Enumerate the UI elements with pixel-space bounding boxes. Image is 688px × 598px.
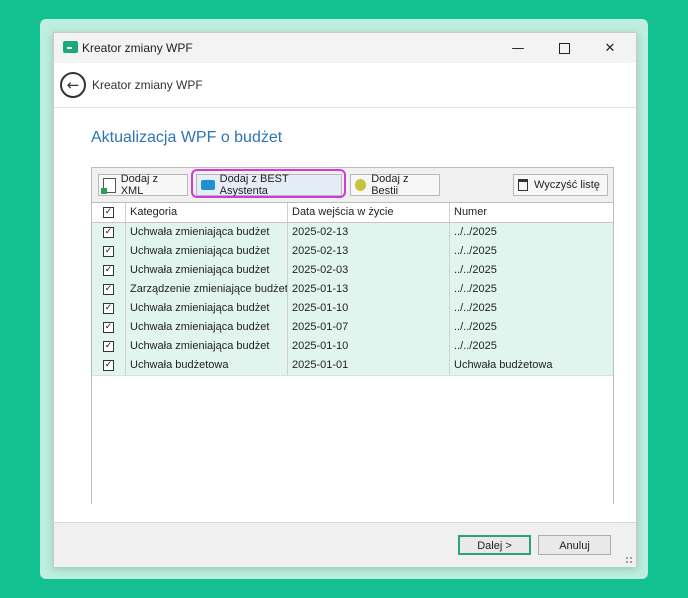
- table-row[interactable]: ✓ Uchwała zmieniająca budżet 2025-02-03 …: [92, 261, 613, 281]
- window-title: Kreator zmiany WPF: [82, 41, 193, 55]
- header-select-all[interactable]: ✓: [92, 203, 126, 222]
- wizard-footer: Dalej > Anuluj: [54, 522, 636, 567]
- back-button[interactable]: ←: [60, 72, 86, 98]
- row-select-cell[interactable]: ✓: [92, 280, 126, 299]
- xml-document-icon: [101, 177, 116, 194]
- row-checkbox[interactable]: ✓: [103, 360, 114, 371]
- title-bar: Kreator zmiany WPF — ✕: [54, 33, 636, 63]
- document-list-panel: Dodaj z XML Dodaj z BEST Asystenta Dodaj…: [91, 167, 614, 504]
- next-button[interactable]: Dalej >: [458, 535, 531, 555]
- minimize-button[interactable]: —: [495, 33, 541, 63]
- close-icon: ✕: [604, 40, 616, 56]
- row-select-cell[interactable]: ✓: [92, 261, 126, 280]
- row-select-cell[interactable]: ✓: [92, 223, 126, 242]
- table-row[interactable]: ✓ Uchwała zmieniająca budżet 2025-01-10 …: [92, 299, 613, 319]
- bestia-icon: [355, 179, 367, 191]
- clear-list-button[interactable]: Wyczyść listę: [513, 174, 608, 196]
- select-all-checkbox[interactable]: ✓: [103, 207, 114, 218]
- table-row[interactable]: ✓ Uchwała zmieniająca budżet 2025-02-13 …: [92, 223, 613, 243]
- row-checkbox[interactable]: ✓: [103, 322, 114, 333]
- add-from-xml-label: Dodaj z XML: [120, 173, 158, 197]
- add-from-xml-button[interactable]: Dodaj z XML: [98, 173, 188, 197]
- close-button[interactable]: ✕: [587, 33, 633, 63]
- row-checkbox[interactable]: ✓: [103, 284, 114, 295]
- maximize-icon: [558, 42, 570, 54]
- back-arrow-icon: ←: [66, 75, 80, 94]
- cell-kategoria: Zarządzenie zmieniające budżet: [126, 280, 288, 299]
- cancel-button[interactable]: Anuluj: [538, 535, 611, 555]
- toolbar: Dodaj z XML Dodaj z BEST Asystenta Dodaj…: [92, 168, 613, 202]
- column-header-kategoria[interactable]: Kategoria: [126, 203, 288, 222]
- cell-kategoria: Uchwała zmieniająca budżet: [126, 223, 288, 242]
- app-icon: [63, 41, 78, 53]
- page-title: Aktualizacja WPF o budżet: [91, 129, 283, 146]
- cell-data: 2025-02-03: [288, 261, 450, 280]
- cell-data: 2025-02-13: [288, 242, 450, 261]
- row-checkbox[interactable]: ✓: [103, 246, 114, 257]
- cell-data: 2025-01-10: [288, 337, 450, 356]
- wizard-window: Kreator zmiany WPF — ✕ ← Kreator zmiany …: [53, 32, 637, 567]
- cell-numer: ../../2025: [454, 245, 497, 257]
- row-checkbox[interactable]: ✓: [103, 265, 114, 276]
- add-from-bestii-label: Dodaj z Bestii: [371, 173, 409, 197]
- cell-numer: ../../2025: [454, 283, 497, 295]
- cell-kategoria: Uchwała zmieniająca budżet: [126, 261, 288, 280]
- table-row[interactable]: ✓ Zarządzenie zmieniające budżet 2025-01…: [92, 280, 613, 300]
- cell-kategoria: Uchwała zmieniająca budżet: [126, 337, 288, 356]
- cell-data: 2025-02-13: [288, 223, 450, 242]
- table-row[interactable]: ✓ Uchwała zmieniająca budżet 2025-01-10 …: [92, 337, 613, 357]
- row-select-cell[interactable]: ✓: [92, 356, 126, 375]
- table-header: ✓ Kategoria Data wejścia w życie Numer: [92, 203, 613, 223]
- cell-numer: ../../2025: [454, 264, 497, 276]
- documents-table: ✓ Kategoria Data wejścia w życie Numer ✓…: [92, 202, 613, 504]
- clear-list-label: Wyczyść listę: [534, 179, 600, 191]
- resize-grip-icon[interactable]: [625, 556, 633, 564]
- cell-data: 2025-01-10: [288, 299, 450, 318]
- cell-data: 2025-01-01: [288, 356, 450, 375]
- trash-icon: [518, 179, 528, 191]
- cell-kategoria: Uchwała budżetowa: [126, 356, 288, 375]
- table-row[interactable]: ✓ Uchwała budżetowa 2025-01-01 Uchwała b…: [92, 356, 613, 376]
- column-header-data[interactable]: Data wejścia w życie: [288, 203, 450, 222]
- row-checkbox[interactable]: ✓: [103, 303, 114, 314]
- row-checkbox[interactable]: ✓: [103, 227, 114, 238]
- row-checkbox[interactable]: ✓: [103, 341, 114, 352]
- best-button-highlight: [191, 169, 346, 198]
- cell-data: 2025-01-07: [288, 318, 450, 337]
- cell-numer: ../../2025: [454, 321, 497, 333]
- table-row[interactable]: ✓ Uchwała zmieniająca budżet 2025-02-13 …: [92, 242, 613, 262]
- row-select-cell[interactable]: ✓: [92, 242, 126, 261]
- cell-kategoria: Uchwała zmieniająca budżet: [126, 318, 288, 337]
- cell-numer: ../../2025: [454, 302, 497, 314]
- minimize-icon: —: [511, 40, 525, 56]
- cell-numer: ../../2025: [454, 226, 497, 238]
- row-select-cell[interactable]: ✓: [92, 318, 126, 337]
- maximize-button[interactable]: [541, 33, 587, 63]
- add-from-bestii-button[interactable]: Dodaj z Bestii: [350, 173, 440, 197]
- cell-kategoria: Uchwała zmieniająca budżet: [126, 242, 288, 261]
- cell-data: 2025-01-13: [288, 280, 450, 299]
- cell-numer: ../../2025: [454, 340, 497, 352]
- table-row[interactable]: ✓ Uchwała zmieniająca budżet 2025-01-07 …: [92, 318, 613, 338]
- nav-title: Kreator zmiany WPF: [92, 78, 203, 92]
- cell-kategoria: Uchwała zmieniająca budżet: [126, 299, 288, 318]
- nav-bar: ← Kreator zmiany WPF: [54, 63, 636, 108]
- cell-numer: Uchwała budżetowa: [454, 359, 553, 371]
- row-select-cell[interactable]: ✓: [92, 299, 126, 318]
- row-select-cell[interactable]: ✓: [92, 337, 126, 356]
- column-header-numer[interactable]: Numer: [450, 203, 613, 222]
